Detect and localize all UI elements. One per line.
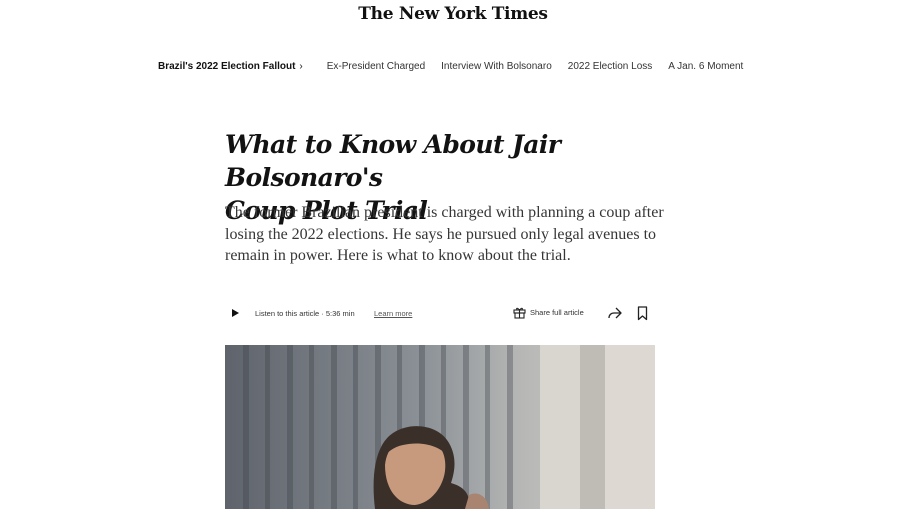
topic-main-label: Brazil's 2022 Election Fallout — [158, 61, 296, 72]
article-toolbar: Listen to this article · 5:36 min Learn … — [225, 304, 655, 324]
play-icon[interactable] — [232, 309, 239, 317]
lead-photo[interactable] — [225, 345, 655, 509]
share-full-article-button[interactable]: Share full article — [513, 306, 584, 319]
topic-link-jan-6[interactable]: A Jan. 6 Moment — [668, 61, 743, 72]
share-arrow-icon[interactable] — [607, 306, 623, 322]
listen-label[interactable]: Listen to this article · 5:36 min — [255, 309, 355, 318]
topic-bar: Brazil's 2022 Election Fallout › Ex-Presi… — [158, 61, 759, 72]
topic-link-election-loss[interactable]: 2022 Election Loss — [568, 61, 653, 72]
chevron-right-icon: › — [299, 61, 303, 72]
nyt-logo[interactable]: The New York Times — [0, 4, 906, 24]
learn-more-link[interactable]: Learn more — [374, 309, 412, 318]
topic-main-link[interactable]: Brazil's 2022 Election Fallout › — [158, 61, 303, 72]
headline-line-1: What to Know About Jair Bolsonaro's — [225, 130, 561, 192]
gift-icon — [513, 306, 526, 319]
bookmark-icon[interactable] — [637, 306, 648, 323]
article-page: The New York Times Brazil's 2022 Electio… — [0, 0, 906, 509]
topic-link-interview[interactable]: Interview With Bolsonaro — [441, 61, 552, 72]
share-full-label: Share full article — [530, 308, 584, 317]
article-summary: The former Brazilian president is charge… — [225, 204, 664, 264]
lead-photo-image — [225, 345, 655, 509]
topic-link-ex-president-charged[interactable]: Ex-President Charged — [327, 61, 425, 72]
